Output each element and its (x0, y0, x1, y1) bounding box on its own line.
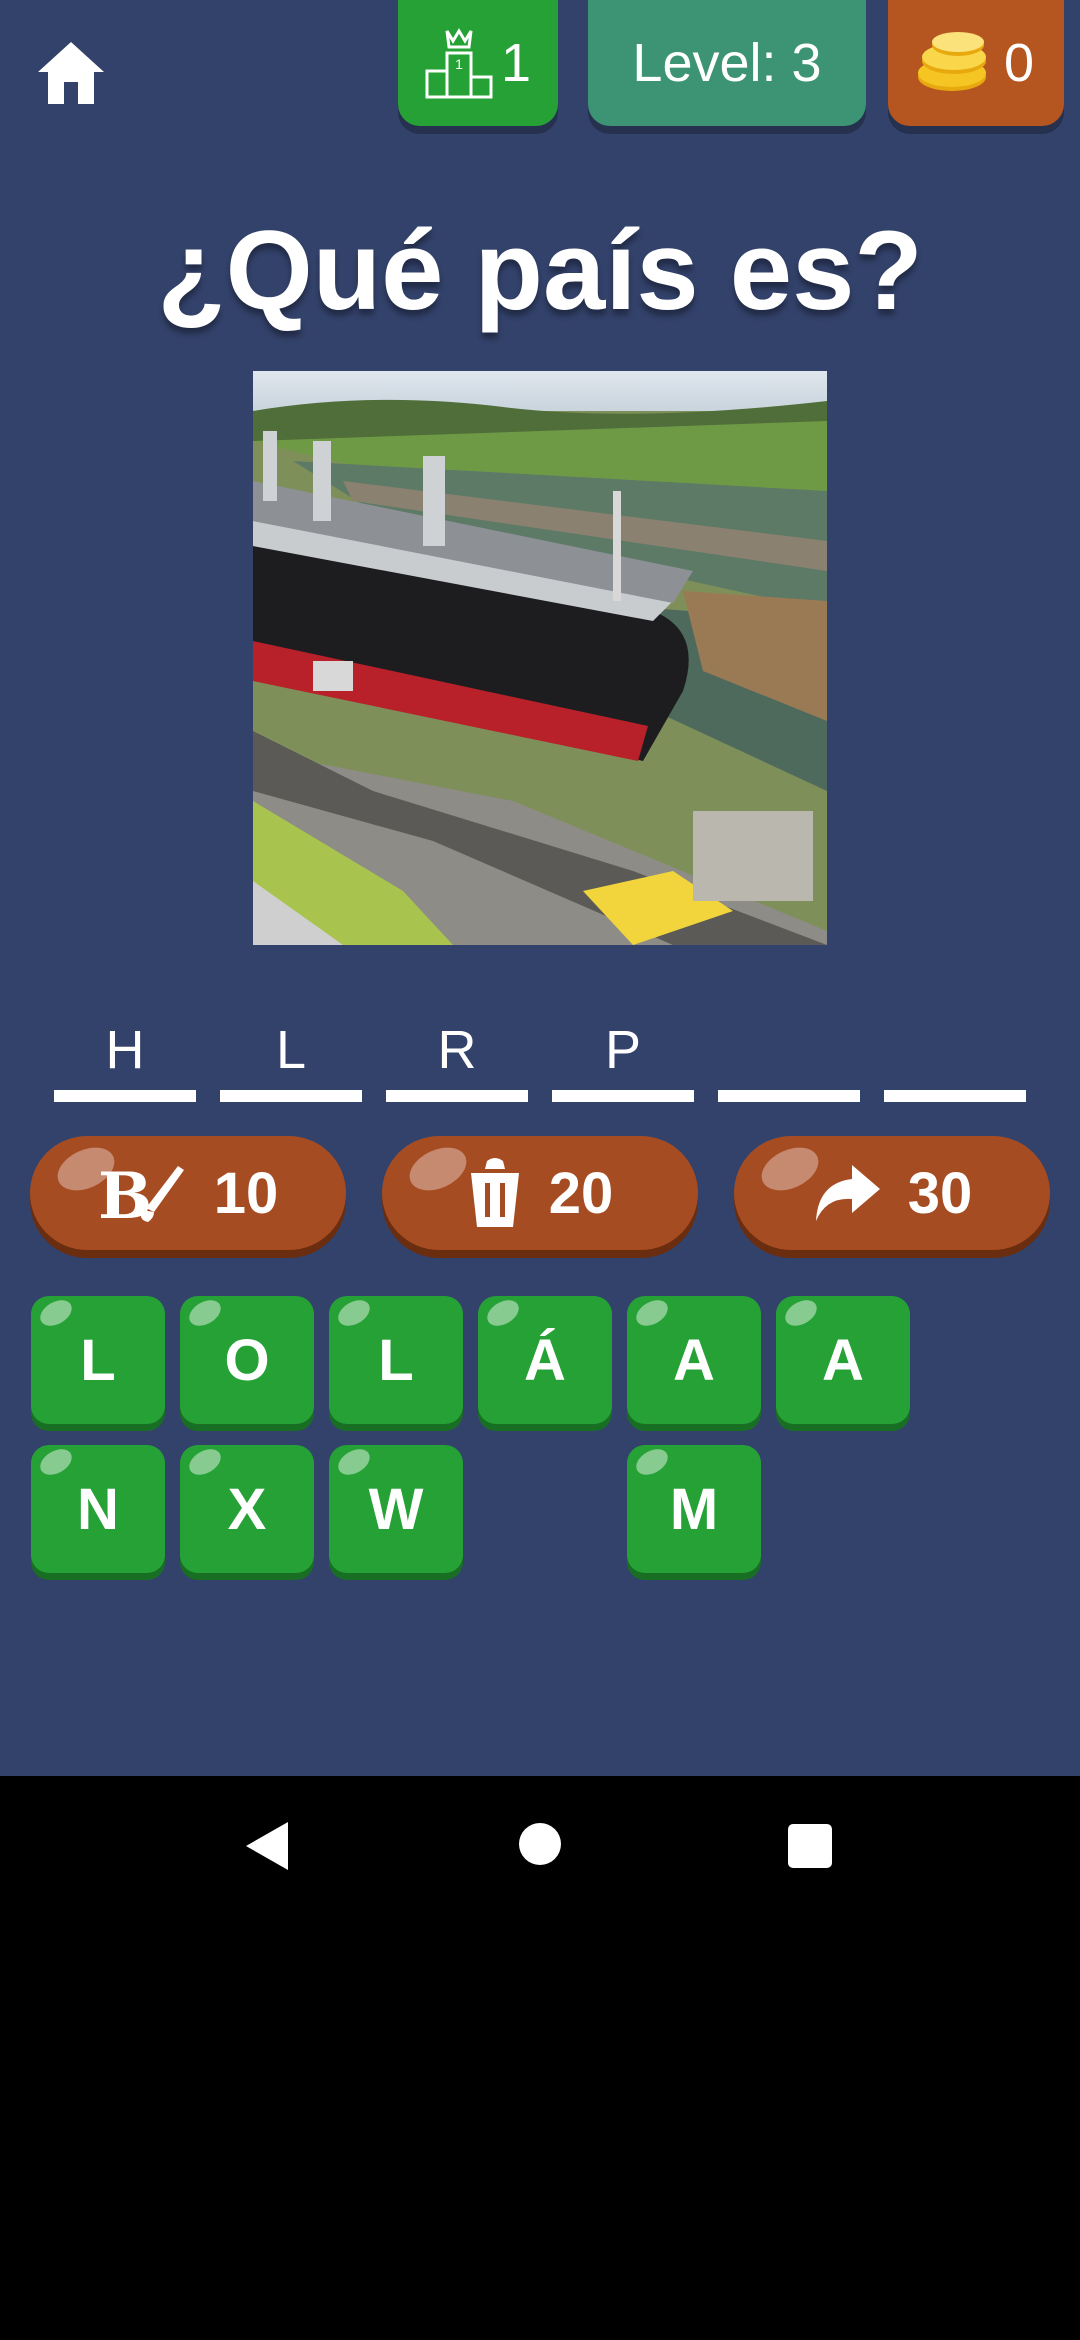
letter-tile[interactable]: A (776, 1294, 910, 1424)
letter-tile[interactable]: L (329, 1294, 463, 1424)
hint-cost: 30 (907, 1160, 973, 1226)
slot-underline (54, 1090, 196, 1102)
letter-tile-label: W (368, 1476, 424, 1542)
answer-slot-letter: L (275, 1020, 307, 1080)
answer-slot-letter: P (604, 1020, 642, 1080)
game-screen: 1 1 Level: 3 0 ¿Qué país es? H L R P B 1… (0, 0, 1080, 1776)
tile-gloss (780, 1294, 822, 1332)
answer-slot[interactable]: H (54, 1010, 196, 1102)
tile-gloss (631, 1443, 673, 1481)
puzzle-photo (253, 371, 827, 945)
question-title: ¿Qué país es? (157, 208, 923, 333)
back-icon[interactable] (244, 1820, 290, 1872)
slot-underline (220, 1090, 362, 1102)
podium-crown-icon: 1 (425, 28, 493, 99)
skip-arrow-icon (815, 1165, 880, 1221)
letter-tile-label: X (227, 1476, 267, 1542)
rank-value: 1 (500, 33, 532, 93)
button-gloss (402, 1139, 474, 1199)
tile-gloss (333, 1294, 375, 1332)
letter-tile-label: A (822, 1327, 864, 1393)
tile-gloss (35, 1294, 77, 1332)
hint-cost: 20 (548, 1160, 614, 1226)
letter-tile[interactable]: X (180, 1443, 314, 1573)
letter-tile[interactable]: O (180, 1294, 314, 1424)
answer-slot[interactable] (718, 1010, 860, 1102)
tile-gloss (184, 1294, 226, 1332)
home-circle-icon[interactable] (518, 1822, 562, 1866)
answer-slot-letter: H (105, 1020, 145, 1080)
level-badge: Level: 3 (588, 0, 866, 126)
svg-text:1: 1 (455, 56, 463, 72)
trash-can-icon (470, 1158, 519, 1227)
tile-gloss (35, 1443, 77, 1481)
slot-underline (386, 1090, 528, 1102)
letter-tile[interactable]: M (627, 1443, 761, 1573)
slot-underline (552, 1090, 694, 1102)
coins-value: 0 (1004, 33, 1035, 93)
tile-gloss (482, 1294, 524, 1332)
letter-tile-label: M (669, 1476, 719, 1542)
skip-level-hint-button[interactable]: 30 (734, 1136, 1050, 1250)
letter-tile-label: L (80, 1327, 116, 1393)
letter-tile[interactable]: W (329, 1443, 463, 1573)
system-nav-bar (0, 1776, 1080, 1916)
slot-underline (884, 1090, 1026, 1102)
tile-gloss (631, 1294, 673, 1332)
tile-gloss (184, 1443, 226, 1481)
level-label: Level: 3 (632, 33, 822, 93)
letter-tile[interactable]: Á (478, 1294, 612, 1424)
letter-tile-label: A (673, 1327, 715, 1393)
letter-tile-label: O (224, 1327, 270, 1393)
remove-letters-hint-button[interactable]: 20 (382, 1136, 698, 1250)
letter-tile-label: Á (524, 1327, 566, 1393)
coins-icon (918, 32, 986, 91)
letter-tile-label: L (378, 1327, 414, 1393)
leaderboard-button[interactable]: 1 1 (398, 0, 558, 126)
letter-tile[interactable]: L (31, 1294, 165, 1424)
answer-slot[interactable]: P (552, 1010, 694, 1102)
letter-tile[interactable]: A (627, 1294, 761, 1424)
slot-underline (718, 1090, 860, 1102)
home-icon[interactable] (34, 38, 108, 108)
coins-button[interactable]: 0 (888, 0, 1064, 126)
answer-slot[interactable]: R (386, 1010, 528, 1102)
letter-tile[interactable]: N (31, 1443, 165, 1573)
recents-square-icon[interactable] (788, 1824, 832, 1868)
reveal-letter-hint-button[interactable]: B 10 (30, 1136, 346, 1250)
answer-slot[interactable]: L (220, 1010, 362, 1102)
answer-slot-letter: R (437, 1020, 477, 1080)
answer-slot[interactable] (884, 1010, 1026, 1102)
letter-tile-label: N (77, 1476, 119, 1542)
hint-cost: 10 (213, 1160, 279, 1226)
